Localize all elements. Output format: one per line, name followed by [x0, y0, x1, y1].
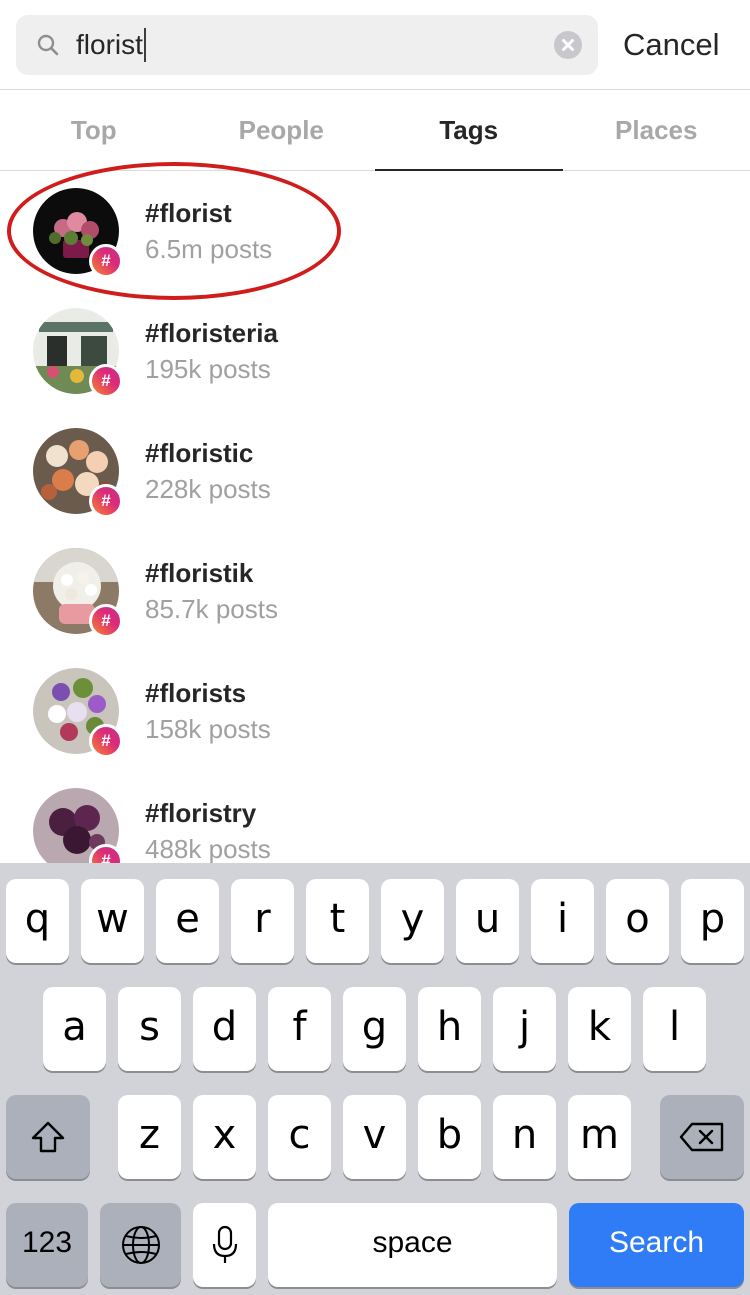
search-icon: [37, 34, 59, 56]
key-r[interactable]: r: [231, 879, 294, 963]
text-caret: [143, 27, 146, 62]
search-input[interactable]: florist: [76, 25, 146, 65]
key-c[interactable]: c: [268, 1095, 331, 1179]
microphone-icon: [212, 1225, 237, 1263]
tab-places[interactable]: Places: [563, 90, 750, 170]
shift-key[interactable]: [6, 1095, 90, 1179]
dictation-key[interactable]: [193, 1203, 256, 1287]
key-x[interactable]: x: [193, 1095, 256, 1179]
key-u[interactable]: u: [456, 879, 519, 963]
key-n[interactable]: n: [493, 1095, 556, 1179]
hashtag-icon: #: [89, 484, 123, 518]
tag-name: #floristeria: [145, 318, 278, 348]
tag-post-count: 6.5m posts: [145, 234, 273, 264]
delete-icon: [679, 1122, 724, 1152]
hashtag-icon: #: [89, 604, 123, 638]
hashtag-icon: #: [89, 244, 123, 278]
search-key[interactable]: Search: [569, 1203, 744, 1287]
key-p[interactable]: p: [681, 879, 744, 963]
key-h[interactable]: h: [418, 987, 481, 1071]
numbers-key[interactable]: 123: [6, 1203, 88, 1287]
hashtag-icon: #: [89, 724, 123, 758]
tag-post-count: 488k posts: [145, 834, 271, 863]
tag-post-count: 195k posts: [145, 354, 271, 384]
globe-icon: [121, 1226, 160, 1264]
shift-icon: [31, 1121, 65, 1153]
tag-name: #floristry: [145, 798, 257, 828]
tag-name: #floristik: [145, 558, 254, 588]
key-y[interactable]: y: [381, 879, 444, 963]
key-q[interactable]: q: [6, 879, 69, 963]
tag-post-count: 158k posts: [145, 714, 271, 744]
tag-result-row[interactable]: # #florist 6.5m posts: [0, 171, 750, 291]
key-d[interactable]: d: [193, 987, 256, 1071]
cancel-button[interactable]: Cancel: [623, 24, 720, 66]
key-g[interactable]: g: [343, 987, 406, 1071]
clear-icon[interactable]: [554, 31, 582, 59]
tag-result-row[interactable]: # #florists 158k posts: [0, 651, 750, 771]
key-l[interactable]: l: [643, 987, 706, 1071]
key-o[interactable]: o: [606, 879, 669, 963]
tag-name: #florist: [145, 198, 232, 228]
key-k[interactable]: k: [568, 987, 631, 1071]
key-f[interactable]: f: [268, 987, 331, 1071]
key-m[interactable]: m: [568, 1095, 631, 1179]
space-key[interactable]: space: [268, 1203, 557, 1287]
tab-tags[interactable]: Tags: [375, 90, 563, 171]
key-a[interactable]: a: [43, 987, 106, 1071]
tab-people[interactable]: People: [188, 90, 376, 170]
tag-post-count: 228k posts: [145, 474, 271, 504]
search-tabs: Top People Tags Places: [0, 90, 750, 171]
tag-name: #florists: [145, 678, 247, 708]
tag-result-row[interactable]: # #floristic 228k posts: [0, 411, 750, 531]
key-e[interactable]: e: [156, 879, 219, 963]
tag-post-count: 85.7k posts: [145, 594, 278, 624]
tag-result-row[interactable]: # #floristry 488k posts: [0, 771, 750, 863]
key-i[interactable]: i: [531, 879, 594, 963]
hashtag-icon: #: [89, 364, 123, 398]
key-z[interactable]: z: [118, 1095, 181, 1179]
tag-results-list: # #florist 6.5m posts # #floristeria 195…: [0, 171, 750, 863]
key-b[interactable]: b: [418, 1095, 481, 1179]
tab-top[interactable]: Top: [0, 90, 188, 170]
key-v[interactable]: v: [343, 1095, 406, 1179]
tag-result-row[interactable]: # #floristik 85.7k posts: [0, 531, 750, 651]
key-j[interactable]: j: [493, 987, 556, 1071]
tag-result-row[interactable]: # #floristeria 195k posts: [0, 291, 750, 411]
key-w[interactable]: w: [81, 879, 144, 963]
delete-key[interactable]: [660, 1095, 744, 1179]
globe-key[interactable]: [100, 1203, 181, 1287]
key-s[interactable]: s: [118, 987, 181, 1071]
search-box[interactable]: florist: [16, 15, 598, 75]
search-header: florist Cancel: [0, 0, 750, 90]
tag-name: #floristic: [145, 438, 254, 468]
key-t[interactable]: t: [306, 879, 369, 963]
keyboard: q w e r t y u i o p a s d f g h j k l z …: [0, 863, 750, 1295]
